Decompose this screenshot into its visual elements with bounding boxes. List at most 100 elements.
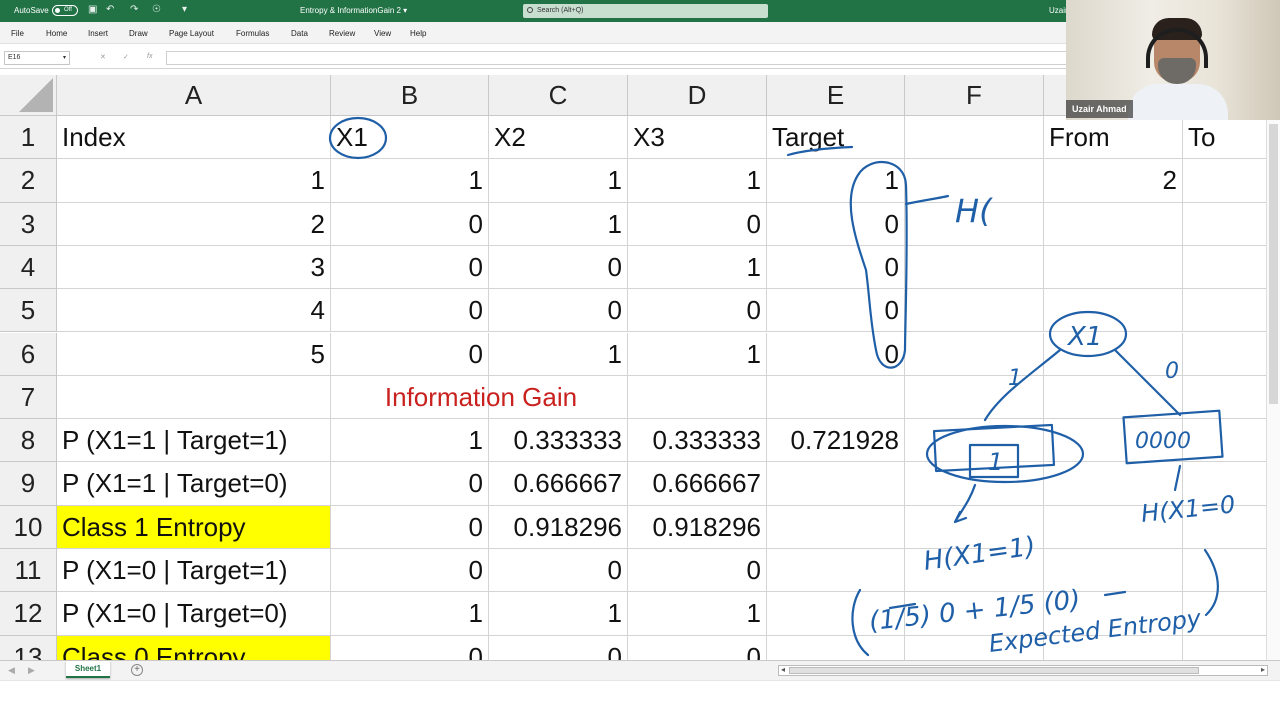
row-header-9[interactable]: 9: [0, 462, 57, 506]
document-title[interactable]: Entropy & InformationGain 2 ▾: [300, 6, 407, 15]
cell-e6[interactable]: 0: [767, 332, 905, 376]
cell-b5[interactable]: 0: [331, 289, 489, 333]
cell-f12[interactable]: [905, 592, 1044, 636]
tab-review[interactable]: Review: [329, 29, 355, 38]
cell-f9[interactable]: [905, 462, 1044, 506]
cell-e10[interactable]: [767, 505, 905, 549]
cell-c6[interactable]: 1: [489, 332, 628, 376]
cell-c8[interactable]: 0.333333: [489, 419, 628, 463]
column-header-d[interactable]: D: [628, 75, 767, 116]
tab-insert[interactable]: Insert: [88, 29, 108, 38]
autosave-toggle[interactable]: Off: [52, 5, 78, 16]
cell-f6[interactable]: [905, 332, 1044, 376]
cell-a10[interactable]: Class 1 Entropy: [57, 505, 331, 549]
cell-b4[interactable]: 0: [331, 245, 489, 290]
cell-e1[interactable]: Target: [767, 116, 905, 160]
cell-d4[interactable]: 1: [628, 245, 767, 290]
cell-e4[interactable]: 0: [767, 245, 905, 290]
cell-c11[interactable]: 0: [489, 549, 628, 593]
cell-e5[interactable]: 0: [767, 289, 905, 333]
cell-a8[interactable]: P (X1=1 | Target=1): [57, 419, 331, 463]
cell-b8[interactable]: 1: [331, 419, 489, 463]
horizontal-scroll-thumb[interactable]: [789, 667, 1199, 674]
enter-icon[interactable]: ✓: [123, 53, 129, 61]
cell-a7[interactable]: [57, 375, 331, 420]
cell-a2[interactable]: 1: [57, 159, 331, 203]
sheet-tab-sheet1[interactable]: Sheet1: [66, 661, 110, 678]
cell-g1[interactable]: From: [1044, 116, 1183, 160]
row-header-12[interactable]: 12: [0, 592, 57, 636]
name-box-dropdown-icon[interactable]: ▾: [63, 52, 66, 64]
cell-f1[interactable]: [905, 116, 1044, 160]
cell-c4[interactable]: 0: [489, 245, 628, 290]
cell-g8[interactable]: [1044, 419, 1183, 463]
cell-g7[interactable]: [1044, 375, 1183, 420]
save-icon[interactable]: ▣: [88, 4, 97, 15]
cell-g2[interactable]: 2: [1044, 159, 1183, 203]
sheet-prev-icon[interactable]: ◀: [8, 665, 15, 676]
cell-g4[interactable]: [1044, 245, 1183, 290]
horizontal-scrollbar[interactable]: ◂ ▸: [778, 665, 1268, 676]
cell-f4[interactable]: [905, 245, 1044, 290]
column-header-a[interactable]: A: [57, 75, 331, 116]
cell-c3[interactable]: 1: [489, 202, 628, 246]
name-box[interactable]: E16 ▾: [4, 51, 70, 65]
cell-a9[interactable]: P (X1=1 | Target=0): [57, 462, 331, 506]
cell-a6[interactable]: 5: [57, 332, 331, 376]
tab-home[interactable]: Home: [46, 29, 67, 38]
cell-d8[interactable]: 0.333333: [628, 419, 767, 463]
cell-e9[interactable]: [767, 462, 905, 506]
column-header-e[interactable]: E: [767, 75, 905, 116]
cell-g6[interactable]: [1044, 332, 1183, 376]
column-header-f[interactable]: F: [905, 75, 1044, 116]
row-header-6[interactable]: 6: [0, 332, 57, 376]
cell-g10[interactable]: [1044, 505, 1183, 549]
cell-f5[interactable]: [905, 289, 1044, 333]
tab-draw[interactable]: Draw: [129, 29, 148, 38]
cell-f10[interactable]: [905, 505, 1044, 549]
sheet-next-icon[interactable]: ▶: [28, 665, 35, 676]
cell-c10[interactable]: 0.918296: [489, 505, 628, 549]
cell-d10[interactable]: 0.918296: [628, 505, 767, 549]
customize-toolbar-icon[interactable]: ▾: [182, 4, 187, 15]
row-header-3[interactable]: 3: [0, 202, 57, 246]
tab-help[interactable]: Help: [410, 29, 426, 38]
cell-e7[interactable]: [767, 375, 905, 420]
column-header-b[interactable]: B: [331, 75, 489, 116]
row-header-4[interactable]: 4: [0, 245, 57, 290]
cell-b3[interactable]: 0: [331, 202, 489, 246]
tab-file[interactable]: File: [11, 29, 24, 38]
cell-a1[interactable]: Index: [57, 116, 331, 160]
row-header-2[interactable]: 2: [0, 159, 57, 203]
cell-b12[interactable]: 1: [331, 592, 489, 636]
cell-c12[interactable]: 1: [489, 592, 628, 636]
cell-a3[interactable]: 2: [57, 202, 331, 246]
cell-e11[interactable]: [767, 549, 905, 593]
cell-d7[interactable]: [628, 375, 767, 420]
cell-b6[interactable]: 0: [331, 332, 489, 376]
cell-g3[interactable]: [1044, 202, 1183, 246]
cell-c5[interactable]: 0: [489, 289, 628, 333]
cell-a12[interactable]: P (X1=0 | Target=0): [57, 592, 331, 636]
cell-g9[interactable]: [1044, 462, 1183, 506]
search-box[interactable]: Search (Alt+Q): [523, 4, 768, 18]
cell-g12[interactable]: [1044, 592, 1183, 636]
cell-d3[interactable]: 0: [628, 202, 767, 246]
column-header-c[interactable]: C: [489, 75, 628, 116]
cell-f11[interactable]: [905, 549, 1044, 593]
cell-c9[interactable]: 0.666667: [489, 462, 628, 506]
cell-d5[interactable]: 0: [628, 289, 767, 333]
cell-b9[interactable]: 0: [331, 462, 489, 506]
redo-icon[interactable]: ↷: [130, 4, 138, 15]
row-header-8[interactable]: 8: [0, 419, 57, 463]
user-name[interactable]: Uzair: [1049, 6, 1068, 15]
cell-d9[interactable]: 0.666667: [628, 462, 767, 506]
row-header-10[interactable]: 10: [0, 505, 57, 549]
scroll-left-icon[interactable]: ◂: [781, 665, 785, 674]
cell-g11[interactable]: [1044, 549, 1183, 593]
tab-page-layout[interactable]: Page Layout: [169, 29, 214, 38]
cell-a5[interactable]: 4: [57, 289, 331, 333]
tab-view[interactable]: View: [374, 29, 391, 38]
add-sheet-button[interactable]: +: [131, 664, 143, 676]
cell-d12[interactable]: 1: [628, 592, 767, 636]
